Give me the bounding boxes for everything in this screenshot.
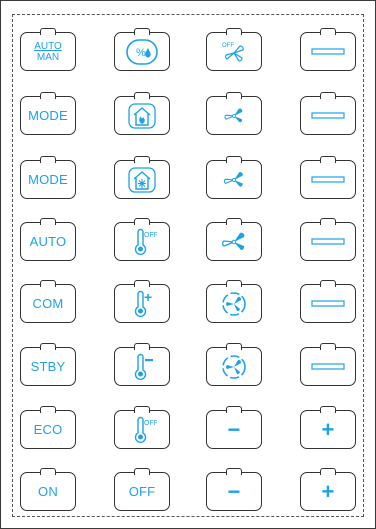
svg-text:+: + <box>144 290 152 305</box>
fan-large-button[interactable] <box>206 222 262 261</box>
auto-man-label: AUTO MAN <box>34 40 62 63</box>
home-cool-button[interactable] <box>114 160 170 199</box>
button-label: OFF <box>128 484 156 499</box>
home-heat-icon <box>127 102 157 130</box>
thermometer-off-icon: OFF <box>127 416 157 444</box>
plus-button[interactable]: + <box>300 472 356 511</box>
fan-cycle-button[interactable] <box>206 284 262 323</box>
off-button[interactable]: OFF <box>114 472 170 511</box>
button-label: MODE <box>28 172 68 187</box>
home-cool-icon <box>127 166 157 194</box>
blank-line-icon <box>311 298 345 310</box>
blank-line-button[interactable] <box>300 222 356 261</box>
blank-line-icon <box>311 46 345 58</box>
blank-line-icon <box>311 236 345 248</box>
humidity-button[interactable]: % <box>114 32 170 71</box>
fan-small-icon <box>219 103 249 129</box>
thermometer-plus-icon: + <box>127 290 157 318</box>
button-label: + <box>321 478 335 504</box>
blank-line-icon <box>311 361 345 373</box>
blank-line-button[interactable] <box>300 347 356 386</box>
blank-line-button[interactable] <box>300 32 356 71</box>
auto-man-button[interactable]: AUTO MAN <box>20 32 76 71</box>
stby-button[interactable]: STBY <box>20 347 76 386</box>
button-label: − <box>227 478 241 504</box>
fan-off-icon: OFF <box>219 39 249 65</box>
minus-button[interactable]: − <box>206 410 262 449</box>
blank-line-button[interactable] <box>300 284 356 323</box>
button-label: ECO <box>33 422 63 437</box>
button-label: AUTO <box>29 234 67 249</box>
button-label: STBY <box>30 359 66 374</box>
thermometer-minus-icon <box>127 353 157 381</box>
blank-line-icon <box>311 174 345 186</box>
auto-button[interactable]: AUTO <box>20 222 76 261</box>
thermometer-off-button[interactable]: OFF <box>114 410 170 449</box>
button-label: ON <box>38 484 58 499</box>
thermometer-plus-button[interactable]: + <box>114 284 170 323</box>
plus-button[interactable]: + <box>300 410 356 449</box>
fan-medium-icon <box>219 167 249 193</box>
blank-line-icon <box>311 110 345 122</box>
home-heat-button[interactable] <box>114 96 170 135</box>
svg-text:OFF: OFF <box>144 232 157 239</box>
eco-button[interactable]: ECO <box>20 410 76 449</box>
fan-cycle-button[interactable] <box>206 347 262 386</box>
thermometer-off-icon: OFF <box>127 228 157 256</box>
button-label: + <box>321 416 335 442</box>
svg-text:OFF: OFF <box>144 420 157 427</box>
blank-line-button[interactable] <box>300 96 356 135</box>
svg-text:%: % <box>136 47 146 59</box>
thermometer-off-button[interactable]: OFF <box>114 222 170 261</box>
minus-button[interactable]: − <box>206 472 262 511</box>
fan-cycle-icon <box>219 353 249 381</box>
mode-button[interactable]: MODE <box>20 96 76 135</box>
fan-cycle-icon <box>219 290 249 318</box>
com-button[interactable]: COM <box>20 284 76 323</box>
mode-button[interactable]: MODE <box>20 160 76 199</box>
fan-off-button[interactable]: OFF <box>206 32 262 71</box>
button-label: − <box>227 416 241 442</box>
button-label: COM <box>32 296 64 311</box>
fan-small-button[interactable] <box>206 96 262 135</box>
humidity-icon: % <box>125 38 159 66</box>
fan-medium-button[interactable] <box>206 160 262 199</box>
blank-line-button[interactable] <box>300 160 356 199</box>
fan-large-icon <box>219 229 249 255</box>
svg-text:OFF: OFF <box>222 43 234 49</box>
button-label: MODE <box>28 108 68 123</box>
thermometer-minus-button[interactable] <box>114 347 170 386</box>
on-button[interactable]: ON <box>20 472 76 511</box>
